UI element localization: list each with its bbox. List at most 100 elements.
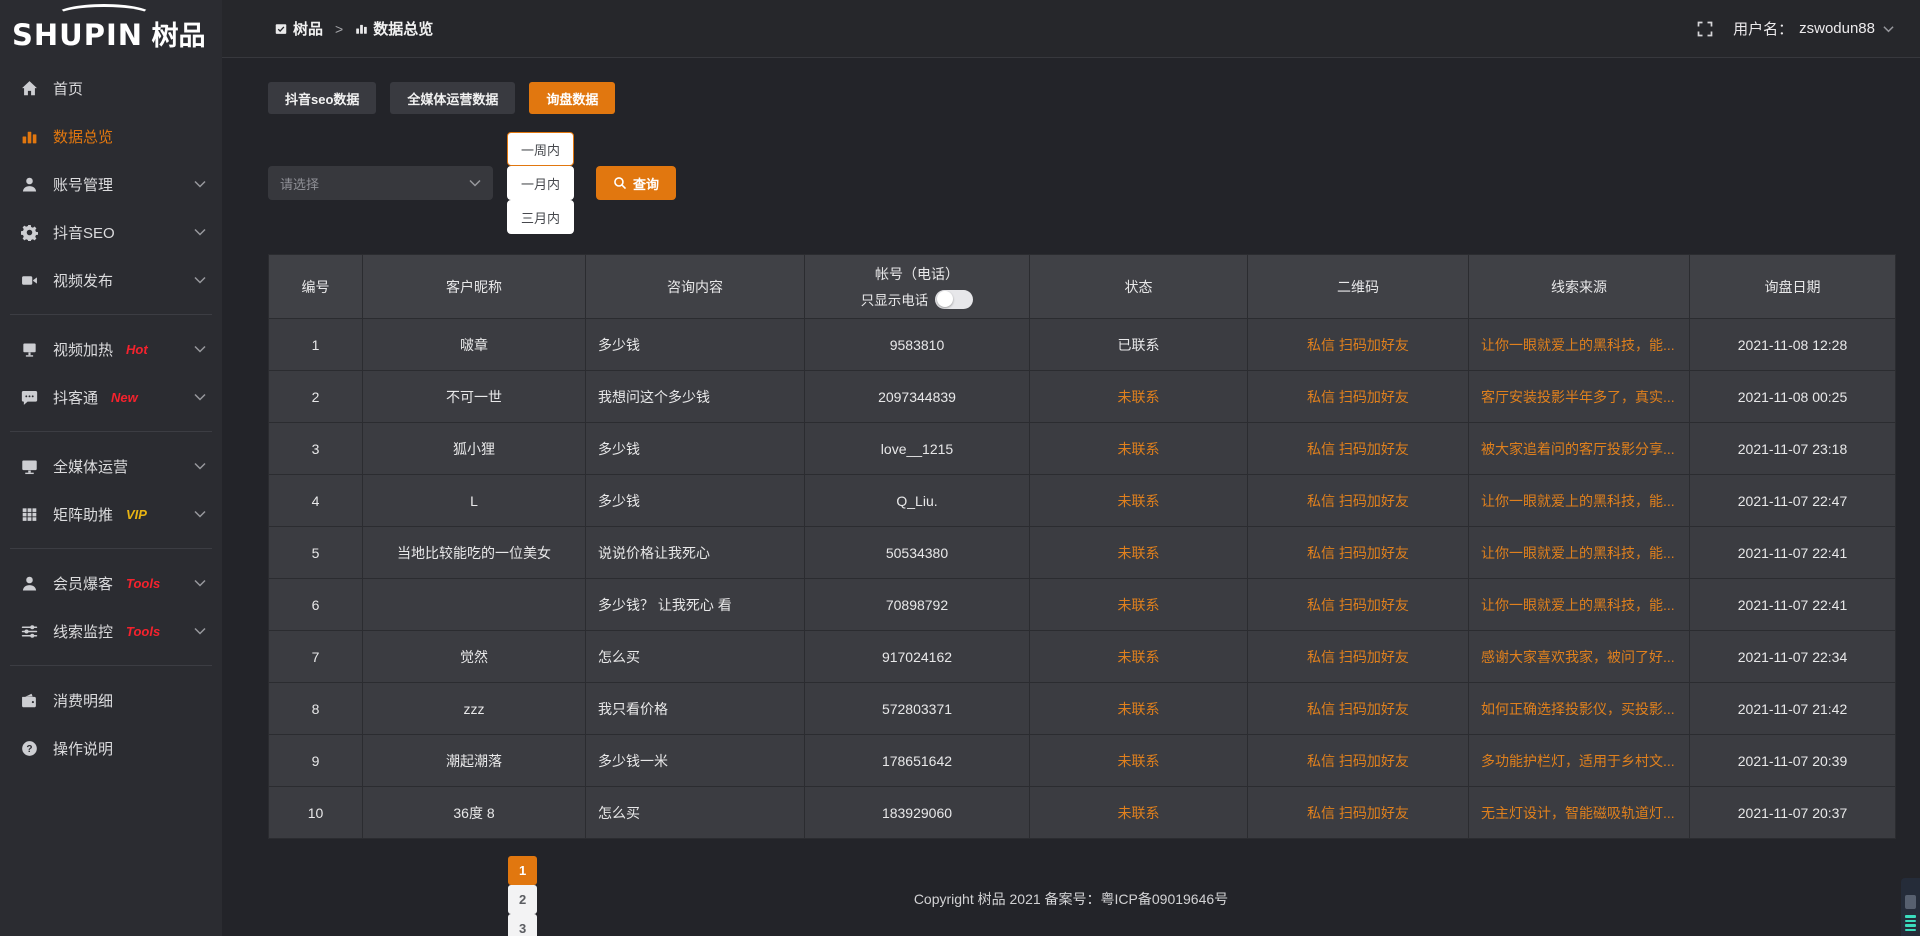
cell-id: 5 bbox=[269, 527, 363, 579]
cell-source-link[interactable]: 多功能护栏灯，适用于乡村文... bbox=[1469, 735, 1690, 787]
logo-text-cn: 树品 bbox=[151, 21, 205, 51]
cell-id: 1 bbox=[269, 319, 363, 371]
column-header-7: 线索来源 bbox=[1469, 255, 1690, 319]
cell-qr-link[interactable]: 私信 扫码加好友 bbox=[1248, 735, 1469, 787]
tab-2[interactable]: 全媒体运营数据 bbox=[390, 82, 515, 114]
video-camera-icon bbox=[20, 271, 39, 290]
table-row: 4L多少钱Q_Liu.未联系私信 扫码加好友让你一眼就爱上的黑科技，能...20… bbox=[269, 475, 1896, 527]
main-content: 抖音seo数据全媒体运营数据询盘数据 请选择 一周内一月内三月内 查询 编号客户… bbox=[222, 58, 1920, 936]
phone-only-label: 只显示电话 bbox=[861, 289, 929, 309]
copyright-text: Copyright 树品 2021 备案号：粤ICP备09019646号 bbox=[914, 889, 1228, 909]
sidebar-item-label: 全媒体运营 bbox=[53, 456, 128, 477]
cell-qr-link[interactable]: 私信 扫码加好友 bbox=[1248, 423, 1469, 475]
table-row: 3狐小狸多少钱love__1215未联系私信 扫码加好友被大家追着问的客厅投影分… bbox=[269, 423, 1896, 475]
logo-arc bbox=[56, 4, 152, 26]
cell-source-link[interactable]: 让你一眼就爱上的黑科技，能... bbox=[1469, 579, 1690, 631]
cell-qr-link[interactable]: 私信 扫码加好友 bbox=[1248, 475, 1469, 527]
sliders-icon bbox=[20, 622, 39, 641]
table-row: 1啵章多少钱9583810已联系私信 扫码加好友让你一眼就爱上的黑科技，能...… bbox=[269, 319, 1896, 371]
sidebar-item-label: 操作说明 bbox=[53, 738, 113, 759]
screen-icon bbox=[20, 340, 39, 359]
cell-source-link[interactable]: 感谢大家喜欢我家，被问了好... bbox=[1469, 631, 1690, 683]
sidebar-item-label: 线索监控 bbox=[53, 621, 113, 642]
period-button-3[interactable]: 三月内 bbox=[507, 200, 574, 234]
sidebar-item-label: 消费明细 bbox=[53, 690, 113, 711]
sidebar-item-video-heating[interactable]: 视频加热Hot bbox=[0, 325, 222, 373]
column-header-5: 状态 bbox=[1030, 255, 1248, 319]
phone-only-toggle[interactable] bbox=[935, 290, 973, 309]
sidebar-item-operation-guide[interactable]: ?操作说明 bbox=[0, 724, 222, 772]
filter-select[interactable]: 请选择 bbox=[268, 166, 493, 200]
sidebar-item-matrix-boost[interactable]: 矩阵助推VIP bbox=[0, 490, 222, 538]
period-button-2[interactable]: 一月内 bbox=[507, 166, 574, 200]
sidebar-divider bbox=[10, 314, 212, 315]
cell-source-link[interactable]: 让你一眼就爱上的黑科技，能... bbox=[1469, 475, 1690, 527]
sidebar-item-badge: VIP bbox=[126, 507, 147, 522]
cell-account: 572803371 bbox=[805, 683, 1030, 735]
cell-nickname: 觉然 bbox=[363, 631, 586, 683]
column-header-2: 客户昵称 bbox=[363, 255, 586, 319]
cell-nickname: 啵章 bbox=[363, 319, 586, 371]
query-button[interactable]: 查询 bbox=[596, 166, 676, 200]
sidebar-item-label: 抖客通 bbox=[53, 387, 98, 408]
cell-source-link[interactable]: 客厅安装投影半年多了，真实... bbox=[1469, 371, 1690, 423]
breadcrumb: 树品 > 数据总览 bbox=[274, 18, 433, 39]
sidebar-item-media-operation[interactable]: 全媒体运营 bbox=[0, 442, 222, 490]
sidebar-item-data-overview[interactable]: 数据总览 bbox=[0, 112, 222, 160]
cell-date: 2021-11-07 21:42 bbox=[1690, 683, 1896, 735]
sidebar-item-account-management[interactable]: 账号管理 bbox=[0, 160, 222, 208]
tab-3[interactable]: 询盘数据 bbox=[529, 82, 615, 114]
breadcrumb-root[interactable]: 树品 bbox=[293, 18, 323, 39]
cell-source-link[interactable]: 如何正确选择投影仪，买投影... bbox=[1469, 683, 1690, 735]
cell-qr-link[interactable]: 私信 扫码加好友 bbox=[1248, 683, 1469, 735]
sidebar-item-video-publish[interactable]: 视频发布 bbox=[0, 256, 222, 304]
cell-qr-link[interactable]: 私信 扫码加好友 bbox=[1248, 371, 1469, 423]
sidebar-item-member-blast[interactable]: 会员爆客Tools bbox=[0, 559, 222, 607]
period-button-1[interactable]: 一周内 bbox=[507, 132, 574, 166]
table-row: 2不可一世我想问这个多少钱2097344839未联系私信 扫码加好友客厅安装投影… bbox=[269, 371, 1896, 423]
cell-qr-link[interactable]: 私信 扫码加好友 bbox=[1248, 319, 1469, 371]
user-menu[interactable]: 用户名： zswodun88 bbox=[1733, 18, 1894, 39]
sidebar-item-label: 数据总览 bbox=[53, 126, 113, 147]
cell-date: 2021-11-07 23:18 bbox=[1690, 423, 1896, 475]
cell-nickname: 当地比较能吃的一位美女 bbox=[363, 527, 586, 579]
cell-nickname: 不可一世 bbox=[363, 371, 586, 423]
monitor-icon bbox=[20, 457, 39, 476]
breadcrumb-page-icon bbox=[355, 22, 368, 35]
home-icon bbox=[20, 79, 39, 98]
inquiry-table: 编号客户昵称咨询内容帐号（电话）只显示电话状态二维码线索来源询盘日期 1啵章多少… bbox=[268, 254, 1896, 839]
cell-source-link[interactable]: 让你一眼就爱上的黑科技，能... bbox=[1469, 319, 1690, 371]
table-row: 6多少钱？ 让我死心 看70898792未联系私信 扫码加好友让你一眼就爱上的黑… bbox=[269, 579, 1896, 631]
sidebar-item-douketong[interactable]: 抖客通New bbox=[0, 373, 222, 421]
cell-source-link[interactable]: 让你一眼就爱上的黑科技，能... bbox=[1469, 527, 1690, 579]
cell-content: 多少钱 bbox=[586, 319, 805, 371]
chevron-down-icon bbox=[194, 627, 206, 635]
corner-widget[interactable] bbox=[1901, 878, 1920, 936]
chevron-down-icon bbox=[194, 228, 206, 236]
sidebar-item-douyin-seo[interactable]: 抖音SEO bbox=[0, 208, 222, 256]
cell-account: love__1215 bbox=[805, 423, 1030, 475]
cell-account: 2097344839 bbox=[805, 371, 1030, 423]
tab-1[interactable]: 抖音seo数据 bbox=[268, 82, 376, 114]
cell-source-link[interactable]: 无主灯设计，智能磁吸轨道灯... bbox=[1469, 787, 1690, 839]
cell-account: Q_Liu. bbox=[805, 475, 1030, 527]
cell-content: 多少钱 bbox=[586, 423, 805, 475]
cell-qr-link[interactable]: 私信 扫码加好友 bbox=[1248, 787, 1469, 839]
cell-qr-link[interactable]: 私信 扫码加好友 bbox=[1248, 579, 1469, 631]
cell-id: 8 bbox=[269, 683, 363, 735]
sidebar-item-consume-detail[interactable]: 消费明细 bbox=[0, 676, 222, 724]
cell-qr-link[interactable]: 私信 扫码加好友 bbox=[1248, 631, 1469, 683]
cell-id: 7 bbox=[269, 631, 363, 683]
cell-nickname bbox=[363, 579, 586, 631]
fullscreen-icon[interactable] bbox=[1697, 21, 1713, 37]
sidebar-item-clue-monitor[interactable]: 线索监控Tools bbox=[0, 607, 222, 655]
sidebar-item-label: 视频发布 bbox=[53, 270, 113, 291]
cell-nickname: zzz bbox=[363, 683, 586, 735]
cell-id: 3 bbox=[269, 423, 363, 475]
cell-qr-link[interactable]: 私信 扫码加好友 bbox=[1248, 527, 1469, 579]
cell-source-link[interactable]: 被大家追着问的客厅投影分享... bbox=[1469, 423, 1690, 475]
chat-icon bbox=[20, 388, 39, 407]
sidebar-item-label: 抖音SEO bbox=[53, 222, 115, 243]
sidebar-item-home[interactable]: 首页 bbox=[0, 64, 222, 112]
filter-select-placeholder: 请选择 bbox=[280, 174, 319, 193]
